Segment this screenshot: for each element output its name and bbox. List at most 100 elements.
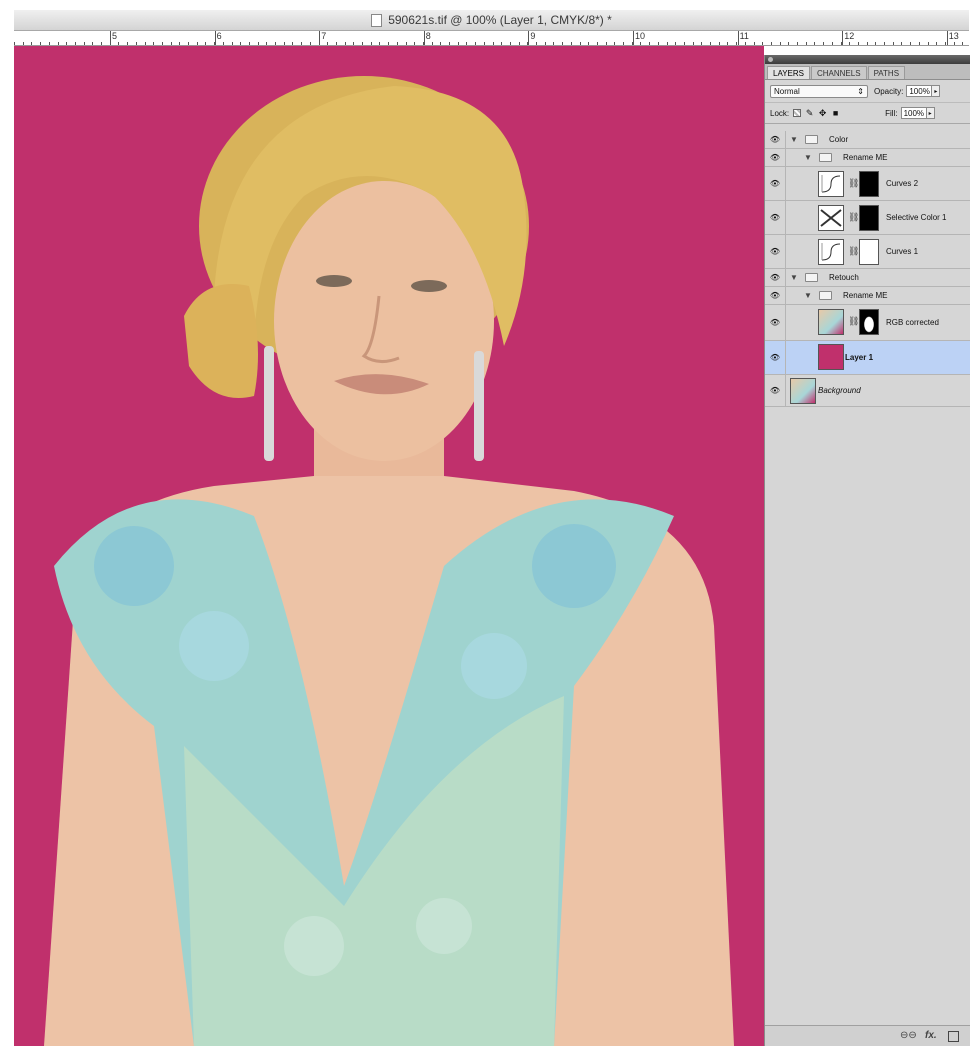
panel-bottom-bar: ⊖⊖ fx. — [765, 1025, 970, 1046]
ruler-tick — [466, 42, 468, 45]
lock-position-move-icon[interactable]: ✥ — [818, 108, 827, 118]
layers-list: 👁 ▼ Color 👁 ▼ Rename ME 👁 ⛓ Curves 2 👁 ⛓… — [765, 131, 970, 1026]
eye-icon[interactable]: 👁 — [769, 273, 781, 283]
eye-icon[interactable]: 👁 — [769, 135, 781, 145]
ruler-tick — [179, 42, 181, 45]
layer-row[interactable]: 👁 ⛓ Curves 1 — [765, 235, 970, 269]
panel-titlebar — [765, 55, 970, 64]
opacity-stepper[interactable]: ▸ — [932, 85, 941, 97]
layer-row[interactable]: 👁 ⛓ Curves 2 — [765, 167, 970, 201]
chain-icon[interactable]: ⛓ — [848, 212, 859, 223]
ruler-tick — [144, 42, 146, 45]
ruler-tick — [562, 42, 564, 45]
ruler-tick — [127, 42, 129, 45]
layer-thumbnail — [818, 344, 844, 370]
ruler-tick — [901, 42, 903, 45]
ruler-tick — [918, 42, 920, 45]
ruler-tick — [823, 42, 825, 45]
ruler-tick — [57, 42, 59, 45]
layer-mask-thumbnail[interactable] — [859, 309, 879, 335]
layer-row[interactable]: 👁 ▼ Retouch — [765, 269, 970, 287]
blend-mode-select[interactable]: Normal ⇕ — [770, 84, 868, 98]
layer-name: Curves 1 — [886, 247, 919, 256]
ruler-major-tick — [633, 31, 634, 45]
chain-icon[interactable]: ⛓ — [848, 246, 859, 257]
lock-image-brush-icon[interactable]: ✎ — [805, 108, 814, 118]
blend-row: Normal ⇕ Opacity: 100% ▸ — [765, 80, 970, 103]
document-canvas[interactable] — [14, 46, 764, 1046]
ruler-major-tick — [528, 31, 530, 45]
ruler-tick — [718, 42, 720, 45]
ruler-tick — [770, 42, 772, 45]
layer-name: Selective Color 1 — [886, 213, 947, 222]
chain-icon[interactable]: ⛓ — [848, 316, 859, 327]
layer-mask-thumbnail[interactable] — [859, 239, 879, 265]
eye-icon[interactable]: 👁 — [769, 247, 781, 257]
curves-adjustment-icon — [818, 171, 844, 197]
ruler-tick — [135, 42, 137, 45]
ruler-tick — [701, 42, 703, 45]
ruler-major-tick — [946, 31, 948, 45]
blend-mode-value: Normal — [774, 86, 800, 96]
ruler-tick — [857, 42, 859, 45]
tab-paths[interactable]: PATHS — [867, 66, 906, 79]
ruler-label: 5 — [112, 31, 118, 41]
layer-row[interactable]: 👁 Background — [765, 375, 970, 407]
ruler-major-tick — [737, 31, 739, 45]
layer-row[interactable]: 👁 ⛓ Selective Color 1 — [765, 201, 970, 235]
layer-thumbnail — [790, 378, 816, 404]
opacity-field[interactable]: 100% — [906, 85, 933, 97]
horizontal-ruler[interactable]: 5 6 7 8 9 10 11 12 13 — [14, 31, 969, 46]
ruler-tick — [710, 42, 711, 45]
link-layers-icon[interactable]: ⊖⊖ — [900, 1030, 917, 1041]
ruler-label: 7 — [321, 31, 327, 41]
layer-mask-thumbnail[interactable] — [859, 205, 879, 231]
fill-field[interactable]: 100% — [900, 107, 927, 119]
ruler-tick — [188, 42, 189, 45]
layer-name: Curves 2 — [886, 179, 919, 188]
disclosure-triangle-icon[interactable]: ▼ — [790, 273, 798, 282]
new-layer-icon[interactable] — [948, 1031, 959, 1042]
panel-close-icon[interactable] — [768, 57, 773, 62]
layer-mask-thumbnail[interactable] — [859, 171, 879, 197]
ruler-tick — [362, 42, 363, 45]
tab-layers[interactable]: LAYERS — [767, 66, 810, 79]
layer-row[interactable]: 👁 ▼ Color — [765, 131, 970, 149]
ruler-tick — [649, 42, 651, 45]
lock-transparent-icon[interactable] — [793, 109, 802, 117]
ruler-tick — [536, 42, 537, 45]
layer-thumbnail — [818, 309, 844, 335]
eye-icon[interactable]: 👁 — [769, 291, 781, 301]
eye-icon[interactable]: 👁 — [769, 213, 781, 223]
ruler-tick — [40, 42, 42, 45]
ruler-tick — [805, 42, 807, 45]
disclosure-triangle-icon[interactable]: ▼ — [790, 135, 798, 144]
disclosure-triangle-icon[interactable]: ▼ — [804, 291, 812, 300]
ruler-tick — [118, 42, 120, 45]
ruler-major-tick — [842, 31, 844, 45]
layer-name: Color — [829, 135, 849, 144]
layer-row-selected[interactable]: 👁 Layer 1 — [765, 341, 970, 375]
layer-row[interactable]: 👁 ⛓ RGB corrected — [765, 305, 970, 341]
fx-icon[interactable]: fx. — [925, 1030, 937, 1041]
eye-icon[interactable]: 👁 — [769, 386, 781, 396]
ruler-tick — [640, 42, 642, 45]
chain-icon[interactable]: ⛓ — [848, 178, 859, 189]
ruler-tick — [518, 42, 520, 45]
lock-all-padlock-icon[interactable]: ■ — [831, 108, 840, 118]
lock-label: Lock: — [770, 108, 790, 118]
panel-tabs: LAYERS CHANNELS PATHS — [765, 64, 970, 80]
layer-row[interactable]: 👁 ▼ Rename ME — [765, 287, 970, 305]
opacity-label: Opacity: — [874, 86, 904, 96]
tab-channels[interactable]: CHANNELS — [810, 66, 867, 79]
eye-icon[interactable]: 👁 — [769, 179, 781, 189]
layer-row[interactable]: 👁 ▼ Rename ME — [765, 149, 970, 167]
eye-icon[interactable]: 👁 — [769, 153, 781, 163]
document-icon — [371, 13, 383, 27]
eye-icon[interactable]: 👁 — [769, 318, 781, 328]
fill-stepper[interactable]: ▸ — [926, 107, 935, 119]
eye-icon[interactable]: 👁 — [769, 353, 781, 363]
ruler-tick — [884, 42, 885, 45]
ruler-tick — [936, 42, 938, 45]
disclosure-triangle-icon[interactable]: ▼ — [804, 153, 812, 162]
